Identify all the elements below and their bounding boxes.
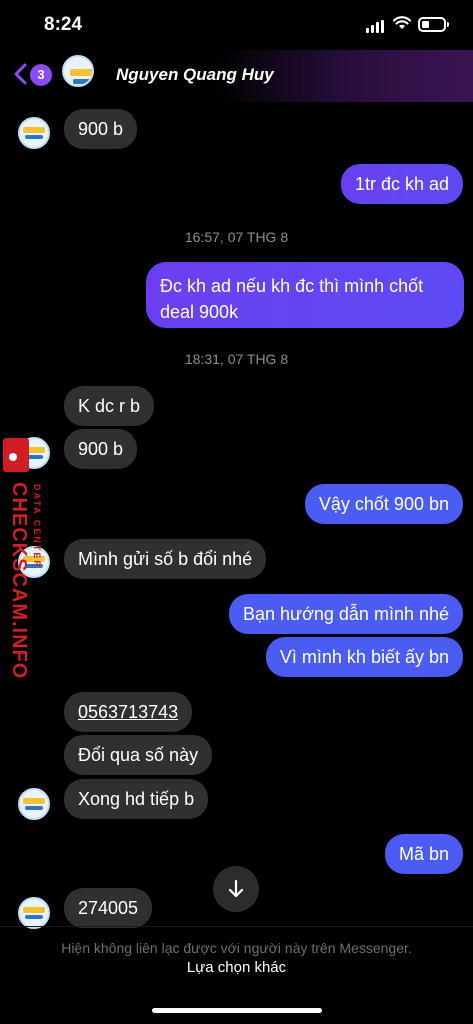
message-bubble-incoming[interactable]: 900 b <box>64 429 138 469</box>
sender-avatar <box>18 897 50 929</box>
contact-name[interactable]: Nguyen Quang Huy <box>116 65 274 85</box>
message-bubble-outgoing[interactable]: Đc kh ad nếu kh đc thì mình chốt deal 90… <box>146 262 464 328</box>
message-bubble-outgoing[interactable]: 1tr đc kh ad <box>340 164 463 204</box>
status-bar: 8:24 <box>0 0 473 50</box>
message-bubble-incoming[interactable]: Đổi qua số này <box>64 735 213 775</box>
lock-icon <box>3 438 29 472</box>
sender-avatar <box>18 788 50 820</box>
arrow-down-icon <box>228 879 244 898</box>
unavailable-notice: Hiện không liên lạc được với người này t… <box>61 940 412 956</box>
checkscam-watermark: CHECKSCAM.INFO DATA CENTER <box>3 438 43 679</box>
battery-icon <box>418 17 449 32</box>
unread-badge: 3 <box>30 64 52 86</box>
phone-number-link[interactable]: 0563713743 <box>64 692 193 732</box>
message-bubble-outgoing[interactable]: Vì mình kh biết ấy bn <box>265 637 463 677</box>
watermark-main-text: CHECKSCAM.INFO <box>8 482 30 680</box>
message-bubble-incoming[interactable]: Mình gửi số b đổi nhé <box>64 539 267 579</box>
footer-divider <box>0 926 473 927</box>
message-bubble-incoming[interactable]: 900 b <box>64 109 138 149</box>
status-time: 8:24 <box>44 14 83 35</box>
message-bubble-outgoing[interactable]: Mã bn <box>384 834 463 874</box>
chevron-left-icon <box>14 63 27 85</box>
cellular-signal-icon <box>366 20 384 33</box>
message-timestamp: 16:57, 07 THG 8 <box>184 229 289 245</box>
chat-header: 3 Nguyen Quang Huy <box>0 50 473 102</box>
message-bubble-incoming[interactable]: Xong hd tiếp b <box>64 779 209 819</box>
message-bubble-outgoing[interactable]: Vậy chốt 900 bn <box>304 484 463 524</box>
scroll-to-bottom-button[interactable] <box>213 866 259 912</box>
contact-avatar[interactable] <box>62 55 94 87</box>
message-bubble-incoming[interactable]: K dc r b <box>64 386 155 426</box>
message-bubble-incoming[interactable]: 274005 <box>64 888 153 928</box>
watermark-sub-text: DATA CENTER <box>32 484 42 569</box>
back-button[interactable]: 3 <box>13 62 53 88</box>
sender-avatar <box>18 117 50 149</box>
other-options-link[interactable]: Lựa chọn khác <box>0 959 473 976</box>
message-timestamp: 18:31, 07 THG 8 <box>184 351 289 367</box>
home-indicator[interactable] <box>152 1008 322 1013</box>
wifi-icon <box>393 16 411 29</box>
message-bubble-outgoing[interactable]: Bạn hướng dẫn mình nhé <box>229 594 463 634</box>
